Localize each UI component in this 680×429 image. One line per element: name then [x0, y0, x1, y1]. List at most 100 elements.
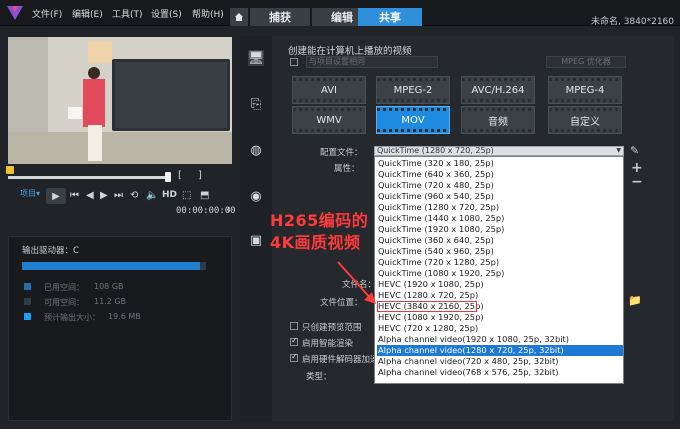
- format-avi[interactable]: AVI: [292, 76, 366, 104]
- config-label: 配置文件：: [320, 148, 363, 158]
- list-item[interactable]: QuickTime (640 x 360, 25p): [377, 169, 623, 180]
- video-preview[interactable]: [8, 37, 232, 164]
- computer-icon[interactable]: 🖥: [248, 50, 264, 66]
- list-item[interactable]: Alpha channel video(720 x 480, 25p, 32bi…: [377, 356, 623, 367]
- list-item[interactable]: QuickTime (1280 x 720, 25p): [377, 202, 623, 213]
- menu-edit[interactable]: 编辑(E): [72, 7, 103, 20]
- free-legend-swatch: [24, 298, 31, 305]
- project-name: 未命名, 3840*2160: [590, 17, 674, 27]
- disk-usage-fill: [22, 262, 201, 270]
- list-item[interactable]: QuickTime (360 x 640, 25p): [377, 235, 623, 246]
- est-legend-swatch: [24, 313, 31, 320]
- list-item-highlighted[interactable]: HEVC (3840 x 2160, 25p): [377, 301, 484, 312]
- annotation-line2: 4K画质视频: [270, 233, 361, 252]
- profile-select[interactable]: 与项目设置相同: [306, 56, 438, 68]
- app-window: 文件(F) 编辑(E) 工具(T) 设置(S) 帮助(H) 捕获 编辑 共享 未…: [0, 0, 680, 429]
- app-logo-icon: [7, 6, 23, 20]
- preview-range-label: 只创建预览范围: [302, 323, 362, 333]
- smart-render-label: 启用智能渲染: [302, 339, 354, 349]
- mpeg-optimizer-button[interactable]: MPEG 优化器: [546, 56, 626, 68]
- list-item[interactable]: QuickTime (1080 x 1920, 25p): [377, 268, 623, 279]
- scrub-handle[interactable]: [165, 172, 171, 182]
- play-icon: ▶: [52, 190, 60, 202]
- list-item[interactable]: Alpha channel video(768 x 576, 25p, 32bi…: [377, 367, 623, 378]
- home-icon: [235, 13, 243, 21]
- format-avc[interactable]: AVC/H.264: [461, 76, 535, 104]
- home-tab[interactable]: [230, 8, 248, 26]
- edit-pencil-icon[interactable]: ✎: [630, 144, 639, 157]
- config-select[interactable]: QuickTime (1280 x 720, 25p) ▼: [374, 146, 624, 156]
- est-value: 19.6 MB: [108, 312, 141, 321]
- list-item[interactable]: QuickTime (720 x 480, 25p): [377, 180, 623, 191]
- device-icon[interactable]: ⎘: [248, 96, 264, 112]
- tab-capture[interactable]: 捕获: [250, 8, 310, 26]
- list-item[interactable]: Alpha channel video(1920 x 1080, 25p, 32…: [377, 334, 623, 345]
- scrub-bar[interactable]: [8, 176, 170, 179]
- props-label: 属性：: [334, 164, 360, 174]
- repeat-icon[interactable]: ⟲: [130, 190, 138, 201]
- hd-toggle[interactable]: HD: [162, 190, 177, 200]
- est-label: 预计输出大小：: [44, 313, 100, 322]
- list-item[interactable]: QuickTime (1920 x 1080, 25p): [377, 224, 623, 235]
- tab-share[interactable]: 共享: [358, 8, 422, 26]
- mark-in-handle[interactable]: [6, 166, 14, 174]
- share-category-sidebar: [240, 36, 272, 421]
- format-mpeg4[interactable]: MPEG-4: [548, 76, 622, 104]
- annotation-text: H265编码的 4K画质视频: [270, 210, 368, 254]
- list-item[interactable]: QuickTime (720 x 1280, 25p): [377, 257, 623, 268]
- menu-help[interactable]: 帮助(H): [192, 7, 224, 20]
- list-item[interactable]: QuickTime (960 x 540, 25p): [377, 191, 623, 202]
- free-value: 11.2 GB: [94, 297, 127, 306]
- top-bar: 文件(F) 编辑(E) 工具(T) 设置(S) 帮助(H) 捕获 编辑 共享 未…: [0, 0, 680, 27]
- share-title: 创建能在计算机上播放的视频: [288, 46, 412, 57]
- 3d-icon[interactable]: ▣: [248, 232, 264, 248]
- used-label: 已用空间：: [44, 283, 84, 292]
- list-item[interactable]: HEVC (720 x 1280, 25p): [377, 323, 623, 334]
- timecode-spin-icon[interactable]: ⇕: [226, 206, 232, 214]
- list-item[interactable]: QuickTime (540 x 960, 25p): [377, 246, 623, 257]
- annotation-line1: H265编码的: [270, 211, 369, 230]
- list-item[interactable]: QuickTime (1440 x 1080, 25p): [377, 213, 623, 224]
- disc-icon[interactable]: ◉: [248, 188, 264, 204]
- output-drive-label: 输出驱动器：C: [22, 246, 79, 256]
- hw-decoder-label: 启用硬件解码器加速: [302, 355, 374, 365]
- folder-icon[interactable]: 📁: [628, 294, 642, 307]
- next-frame-icon[interactable]: ▶: [100, 190, 108, 201]
- list-item[interactable]: HEVC (1280 x 720, 25p): [377, 290, 623, 301]
- format-audio[interactable]: 音频: [461, 106, 535, 134]
- bracket-out-icon[interactable]: ]: [198, 170, 202, 181]
- menu-tools[interactable]: 工具(T): [112, 7, 143, 20]
- bracket-in-icon[interactable]: [: [178, 170, 182, 181]
- menu-file[interactable]: 文件(F): [32, 7, 62, 20]
- list-item[interactable]: QuickTime (320 x 180, 25p): [377, 158, 623, 169]
- used-legend-swatch: [24, 283, 31, 290]
- list-item-selected[interactable]: Alpha channel video(1280 x 720, 25p, 32b…: [377, 345, 623, 356]
- dropdown-arrow-icon: ▼: [616, 147, 621, 154]
- smart-render-checkbox[interactable]: [290, 336, 298, 346]
- format-custom[interactable]: 自定义: [548, 106, 622, 134]
- go-start-icon[interactable]: ⏮: [70, 190, 79, 201]
- web-globe-icon[interactable]: ◍: [248, 142, 264, 158]
- used-value: 108 GB: [94, 282, 124, 291]
- format-mpeg2[interactable]: MPEG-2: [376, 76, 450, 104]
- same-as-project-checkbox[interactable]: [290, 58, 298, 66]
- volume-icon[interactable]: 🔈: [146, 190, 158, 201]
- project-mode-label[interactable]: 项目▾: [20, 188, 40, 199]
- remove-profile-icon[interactable]: −: [631, 174, 643, 190]
- prev-frame-icon[interactable]: ◀: [86, 190, 94, 201]
- list-item[interactable]: HEVC (1920 x 1080, 25p): [377, 279, 623, 290]
- fit-icon[interactable]: ⬒: [200, 190, 209, 201]
- list-item[interactable]: HEVC (1080 x 1920, 25p): [377, 312, 623, 323]
- play-button[interactable]: ▶: [46, 188, 66, 204]
- aspect-icon[interactable]: ⬚: [182, 190, 191, 201]
- menu-settings[interactable]: 设置(S): [151, 7, 182, 20]
- preview-range-checkbox[interactable]: [290, 322, 298, 330]
- type-label: 类型：: [306, 372, 332, 382]
- config-dropdown-list: QuickTime (320 x 180, 25p) QuickTime (64…: [374, 156, 624, 384]
- go-end-icon[interactable]: ⏭: [114, 190, 123, 201]
- format-wmv[interactable]: WMV: [292, 106, 366, 134]
- preview-frame: [8, 37, 232, 164]
- format-mov[interactable]: MOV: [376, 106, 450, 134]
- hw-decoder-checkbox[interactable]: [290, 352, 298, 362]
- free-label: 可用空间：: [44, 298, 84, 307]
